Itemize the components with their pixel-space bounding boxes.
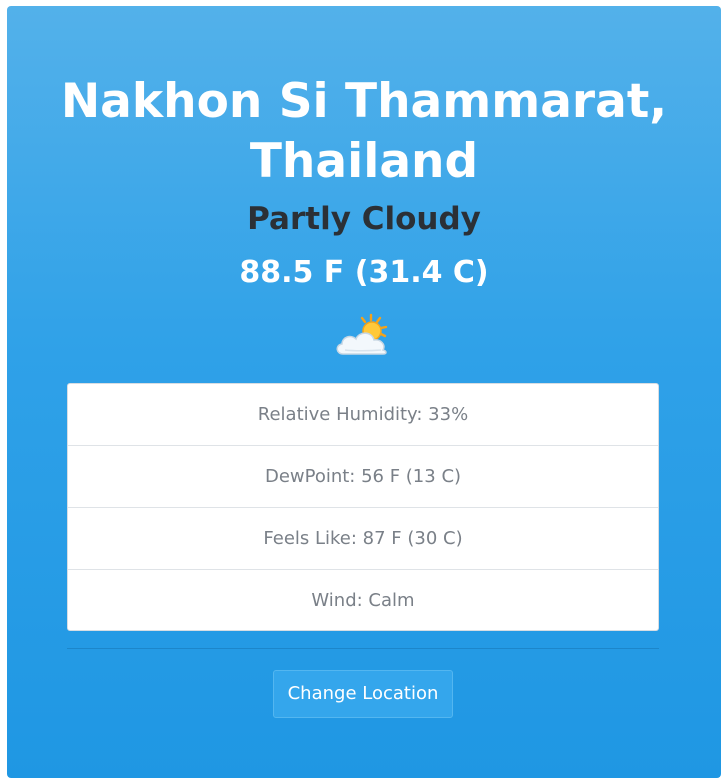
temperature: 88.5 F (31.4 C) xyxy=(239,255,489,290)
city-line-2: Thailand xyxy=(249,134,479,189)
city-line-1: Nakhon Si Thammarat, xyxy=(60,74,668,129)
partly-cloudy-icon xyxy=(336,313,388,355)
feels-like-row: Feels Like: 87 F (30 C) xyxy=(68,508,658,570)
weather-card: Nakhon Si Thammarat, Thailand Partly Clou… xyxy=(7,6,721,778)
change-location-button[interactable]: Change Location xyxy=(273,670,453,718)
wind-row: Wind: Calm xyxy=(311,590,415,611)
weather-details-list: Relative Humidity: 33% DewPoint: 56 F (1… xyxy=(67,383,659,631)
dewpoint-row: DewPoint: 56 F (13 C) xyxy=(68,446,658,508)
city-title: Nakhon Si Thammarat, Thailand xyxy=(7,72,721,192)
weather-condition: Partly Cloudy xyxy=(247,201,481,237)
humidity-row: Relative Humidity: 33% xyxy=(68,384,658,446)
section-divider xyxy=(67,648,659,649)
